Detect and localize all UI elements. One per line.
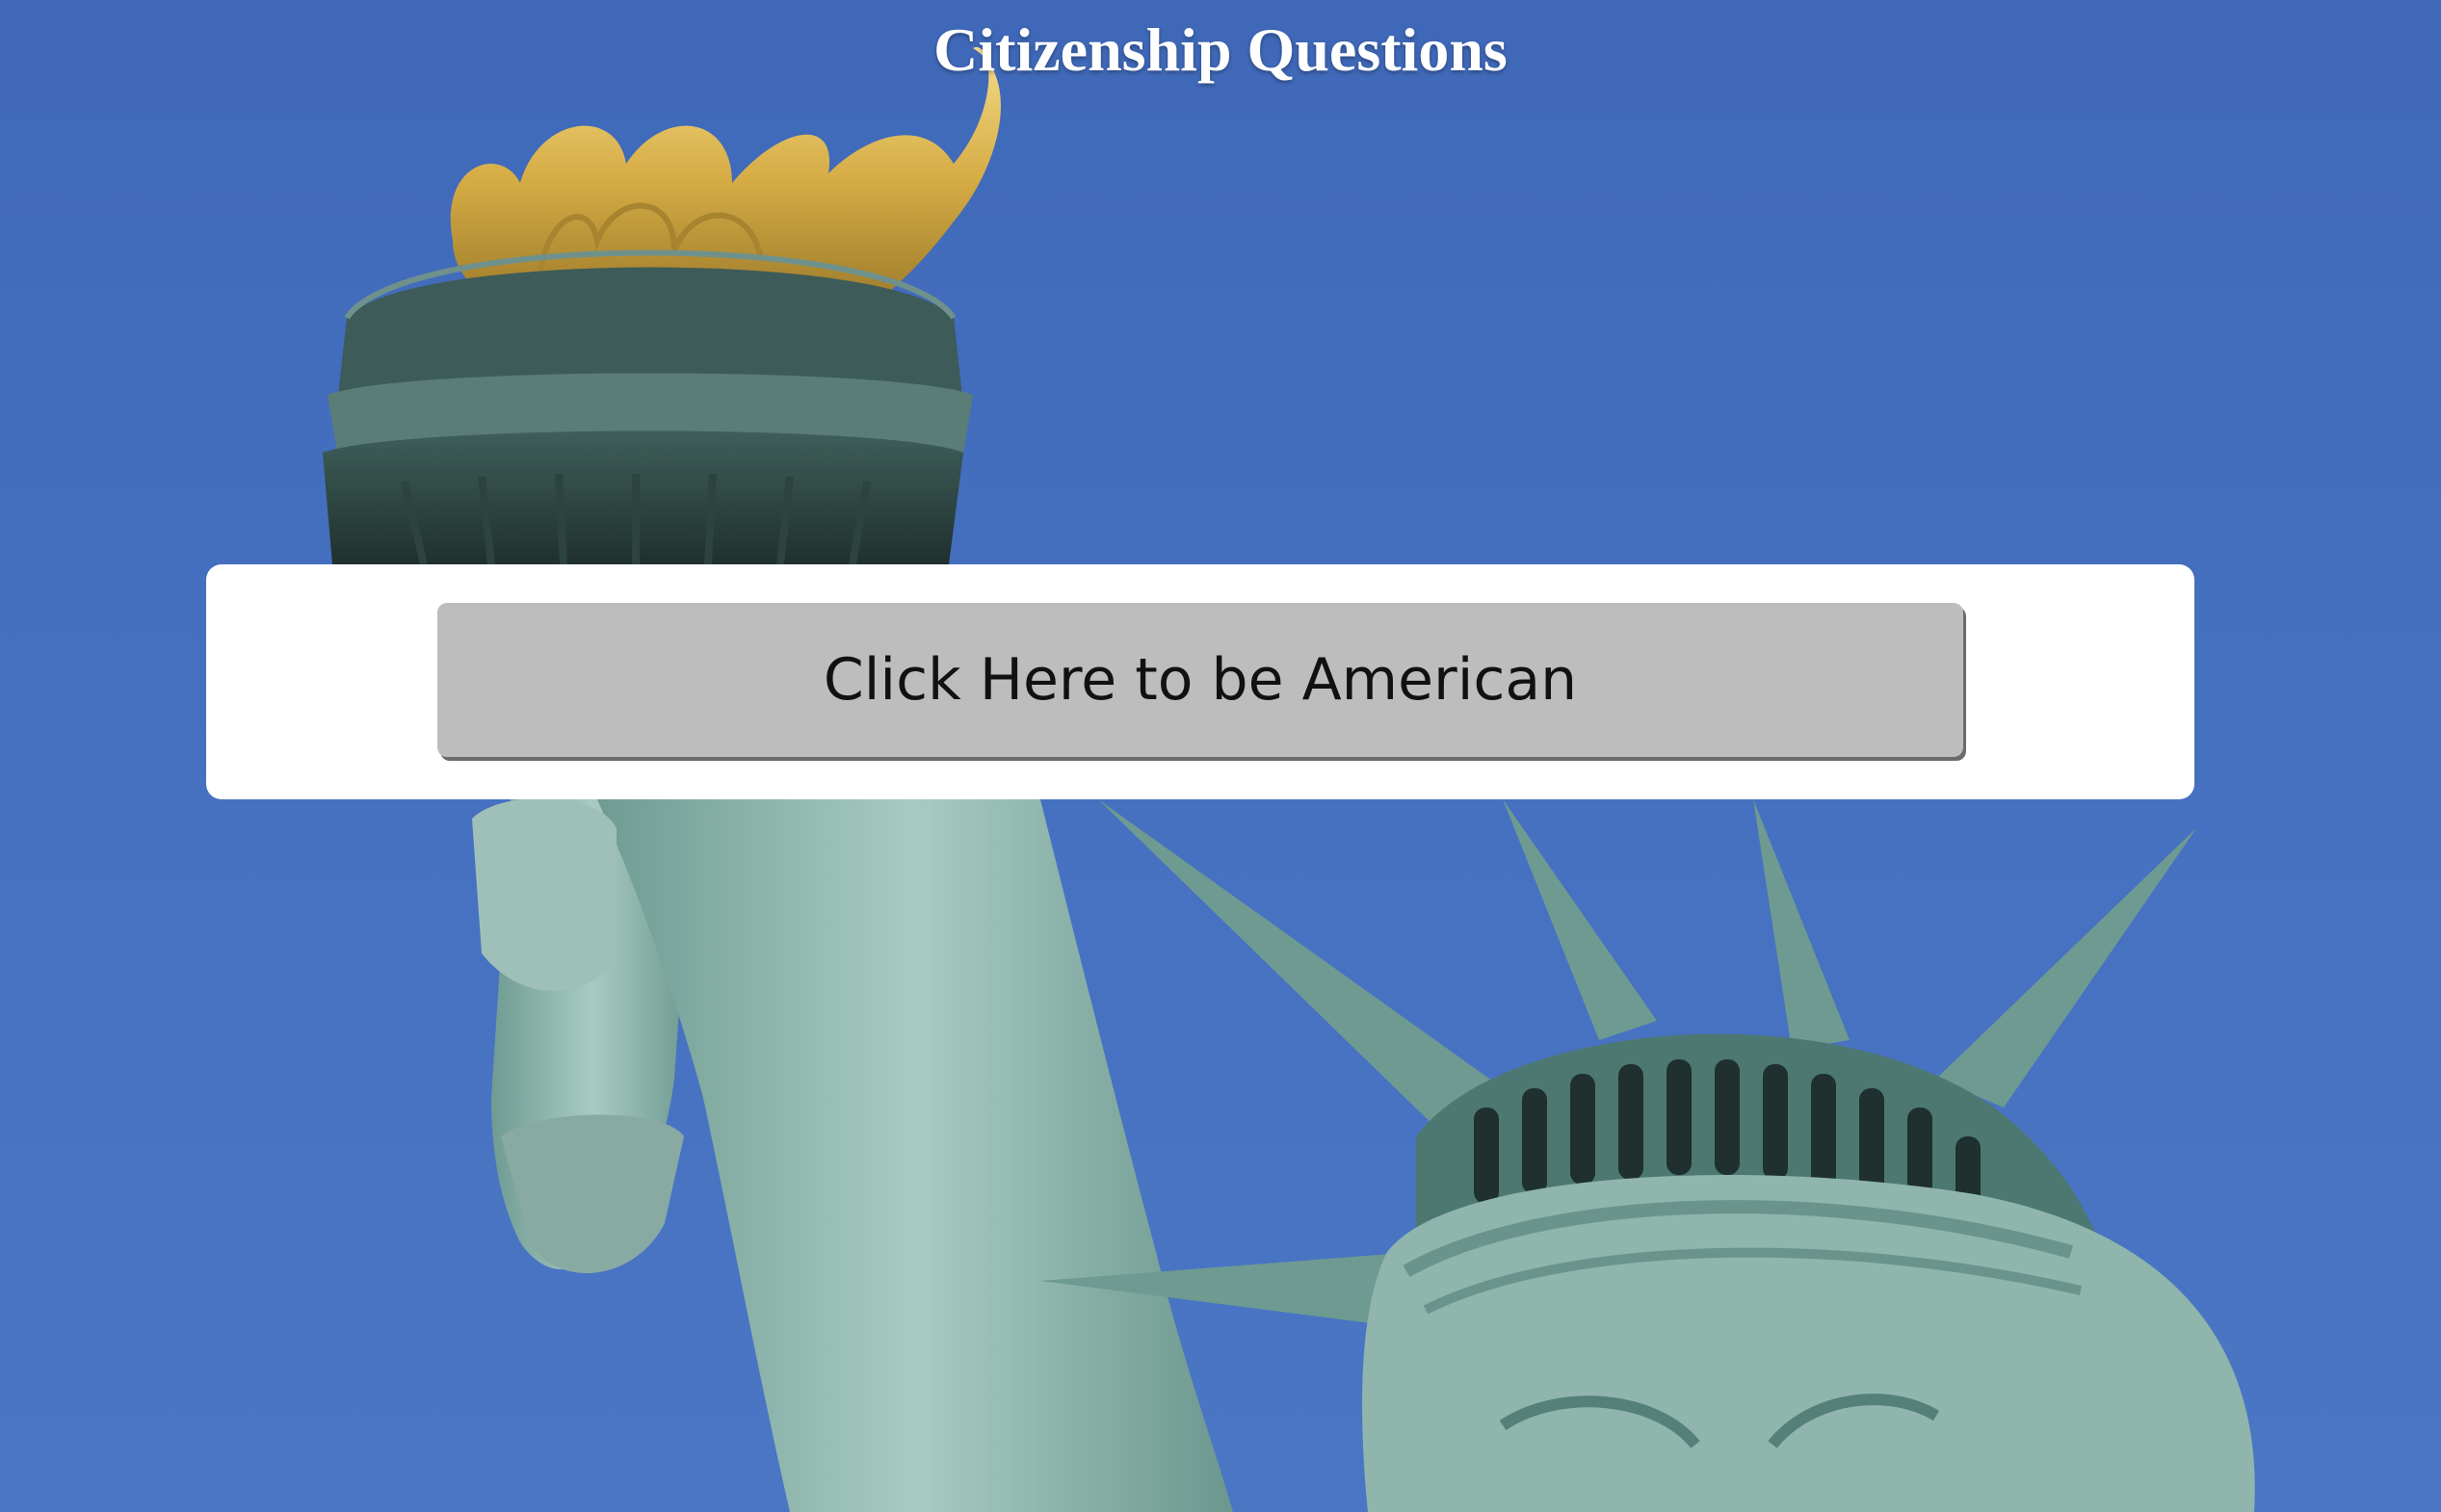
page-title: Citizenship Questions [933, 15, 1508, 84]
action-panel: Click Here to be American [206, 564, 2194, 799]
torch-balcony-shape [323, 249, 973, 565]
statue-head-shape [1362, 1175, 2255, 1512]
be-american-button[interactable]: Click Here to be American [437, 603, 1963, 757]
